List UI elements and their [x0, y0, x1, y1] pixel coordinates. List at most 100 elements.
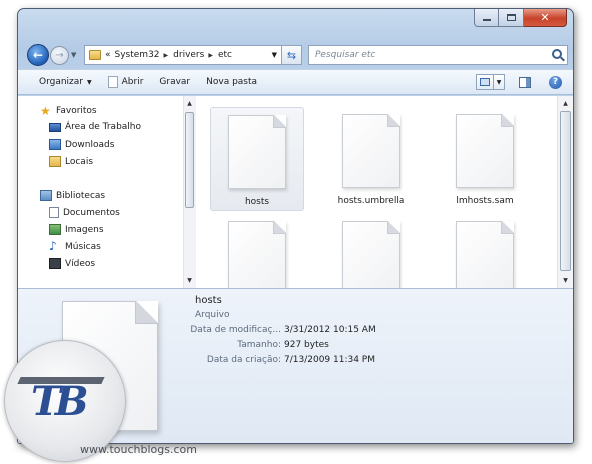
- view-icon: [480, 78, 490, 86]
- sidebar-item-label: Área de Trabalho: [65, 122, 142, 132]
- forward-button[interactable]: →: [50, 46, 69, 65]
- burn-label: Gravar: [159, 77, 191, 87]
- file-icon: [228, 115, 286, 189]
- sidebar-item-label: Favoritos: [56, 106, 97, 116]
- file-item[interactable]: hosts.umbrella: [324, 107, 418, 211]
- details-file-name: hosts: [195, 295, 222, 306]
- recent-pages-dropdown[interactable]: ▼: [71, 51, 76, 59]
- navigation-pane: ★ Favoritos Área de Trabalho Downloads L…: [18, 96, 185, 288]
- file-item[interactable]: [210, 214, 304, 288]
- organize-label: Organizar: [39, 77, 83, 87]
- sidebar-item-videos[interactable]: Vídeos: [49, 258, 95, 269]
- back-arrow-icon: ←: [32, 48, 44, 62]
- command-bar: Organizar ▼ Abrir Gravar Nova pasta ▼ ?: [18, 69, 573, 95]
- watermark-url: www.touchblogs.com: [80, 443, 197, 456]
- downloads-icon: [49, 139, 61, 150]
- file-item[interactable]: [438, 214, 532, 288]
- star-icon: ★: [40, 104, 51, 118]
- change-view-button[interactable]: [476, 74, 494, 90]
- sidebar-item-label: Imagens: [65, 224, 104, 235]
- file-item[interactable]: [324, 214, 418, 288]
- breadcrumb-system32[interactable]: System32: [115, 50, 160, 60]
- file-view: hosts hosts.umbrella lmhosts.sam: [196, 96, 557, 288]
- scroll-thumb[interactable]: [185, 112, 194, 208]
- recent-places-icon: [49, 156, 61, 167]
- open-label: Abrir: [121, 77, 144, 87]
- details-file-type: Arquivo: [195, 310, 230, 320]
- sidebar-item-label: Locais: [65, 156, 94, 167]
- search-input[interactable]: Pesquisar etc: [308, 45, 568, 65]
- sidebar-item-locais[interactable]: Locais: [49, 156, 93, 167]
- details-value[interactable]: 3/31/2012 10:15 AM: [284, 325, 376, 335]
- breadcrumb-etc[interactable]: etc: [218, 50, 232, 60]
- sidebar-item-downloads[interactable]: Downloads: [49, 139, 114, 150]
- view-options-dropdown[interactable]: ▼: [494, 74, 505, 90]
- search-icon[interactable]: [552, 49, 562, 59]
- file-icon: [228, 221, 286, 288]
- breadcrumb-overflow[interactable]: «: [105, 50, 111, 60]
- sidebar-item-musicas[interactable]: ♪ Músicas: [49, 239, 101, 253]
- file-item[interactable]: hosts: [210, 107, 304, 211]
- document-icon: [107, 76, 118, 88]
- chevron-right-icon[interactable]: ▶: [164, 52, 169, 59]
- caption-buttons: ✕: [474, 9, 567, 27]
- navigation-scrollbar[interactable]: ▲ ▼: [183, 96, 196, 288]
- scroll-down-icon[interactable]: ▼: [184, 275, 195, 286]
- details-row-modified: Data de modificaç... 3/31/2012 10:15 AM: [18, 325, 376, 335]
- file-name: hosts: [244, 197, 270, 207]
- new-folder-button[interactable]: Nova pasta: [198, 70, 265, 94]
- details-value[interactable]: 7/13/2009 11:34 PM: [284, 355, 375, 365]
- music-icon: ♪: [49, 239, 57, 253]
- back-button[interactable]: ←: [27, 44, 49, 66]
- file-icon: [342, 114, 400, 188]
- sidebar-item-favoritos[interactable]: ★ Favoritos: [40, 105, 97, 117]
- sidebar-item-label: Downloads: [65, 139, 115, 150]
- maximize-button[interactable]: [499, 9, 524, 27]
- libraries-icon: [40, 190, 52, 201]
- scroll-up-icon[interactable]: ▲: [560, 98, 571, 109]
- file-view-scrollbar[interactable]: ▲ ▼: [557, 96, 573, 288]
- search-placeholder: Pesquisar etc: [315, 50, 376, 60]
- help-icon[interactable]: ?: [549, 75, 562, 89]
- pictures-icon: [49, 224, 61, 235]
- sidebar-item-bibliotecas[interactable]: Bibliotecas: [40, 190, 105, 201]
- chevron-down-icon: ▼: [87, 78, 92, 86]
- scroll-thumb[interactable]: [560, 111, 571, 271]
- toolbar-right: ▼ ?: [476, 70, 573, 94]
- navigation-bar: ← → ▼ « System32 ▶ drivers ▶ etc ▼ ⇆ Pes…: [18, 39, 573, 69]
- burn-button[interactable]: Gravar: [151, 70, 198, 94]
- file-item[interactable]: lmhosts.sam: [438, 107, 532, 211]
- sidebar-item-label: Documentos: [63, 207, 120, 218]
- chevron-right-icon[interactable]: ▶: [208, 52, 213, 59]
- breadcrumb-drivers[interactable]: drivers: [173, 50, 204, 60]
- forward-arrow-icon: →: [55, 50, 64, 61]
- minimize-button[interactable]: [474, 9, 499, 27]
- refresh-button[interactable]: ⇆: [282, 45, 302, 65]
- sidebar-item-documentos[interactable]: Documentos: [49, 207, 120, 218]
- scroll-up-icon[interactable]: ▲: [184, 98, 195, 109]
- file-icon: [342, 221, 400, 288]
- sidebar-item-label: Vídeos: [65, 258, 96, 269]
- file-name: hosts.umbrella: [337, 196, 405, 206]
- details-label: Data de modificaç...: [190, 325, 281, 335]
- details-value: 927 bytes: [284, 340, 329, 350]
- maximize-icon: [506, 14, 516, 21]
- sidebar-item-imagens[interactable]: Imagens: [49, 224, 104, 235]
- sidebar-item-label: Bibliotecas: [56, 190, 106, 201]
- file-icon: [456, 114, 514, 188]
- new-folder-label: Nova pasta: [206, 77, 258, 87]
- sidebar-item-desktop[interactable]: Área de Trabalho: [49, 122, 141, 132]
- preview-pane-icon[interactable]: [519, 76, 531, 88]
- address-dropdown-icon[interactable]: ▼: [272, 51, 277, 59]
- file-icon: [456, 221, 514, 288]
- open-button[interactable]: Abrir: [100, 70, 152, 94]
- close-icon: ✕: [540, 11, 550, 24]
- close-button[interactable]: ✕: [524, 9, 567, 27]
- videos-icon: [49, 258, 61, 269]
- address-bar[interactable]: « System32 ▶ drivers ▶ etc ▼: [84, 45, 282, 65]
- file-name: lmhosts.sam: [456, 196, 514, 206]
- scroll-down-icon[interactable]: ▼: [560, 275, 571, 286]
- organize-button[interactable]: Organizar ▼: [18, 70, 100, 94]
- refresh-icon: ⇆: [286, 48, 297, 62]
- sidebar-item-label: Músicas: [65, 241, 101, 252]
